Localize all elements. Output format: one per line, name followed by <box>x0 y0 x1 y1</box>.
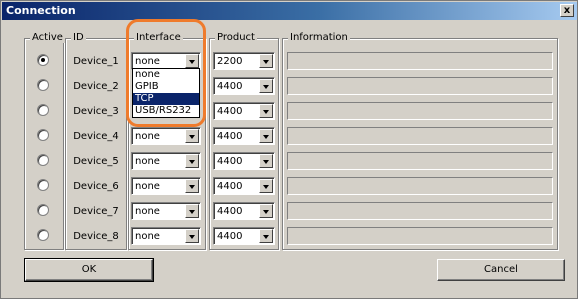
group-product-label: Product <box>215 32 257 43</box>
product-select-device-4[interactable]: 4400 <box>213 127 275 145</box>
information-field-device-8 <box>287 227 553 245</box>
chevron-down-icon[interactable] <box>185 204 199 218</box>
information-field-device-1 <box>287 52 553 70</box>
product-value: 4400 <box>217 156 243 167</box>
device-label: Device_6 <box>73 181 119 192</box>
interface-select-device-7[interactable]: none <box>131 202 201 220</box>
active-radio-device-3[interactable] <box>37 104 49 116</box>
information-field-device-4 <box>287 127 553 145</box>
interface-select-device-4[interactable]: none <box>131 127 201 145</box>
group-active-label: Active <box>30 32 65 43</box>
product-select-device-2[interactable]: 4400 <box>213 77 275 95</box>
active-radio-device-2[interactable] <box>37 79 49 91</box>
group-id-label: ID <box>71 32 86 43</box>
device-label: Device_3 <box>73 106 119 117</box>
chevron-down-icon[interactable] <box>259 229 273 243</box>
group-id: ID <box>65 32 127 250</box>
connection-dialog: Connection x Active ID Interface Product… <box>0 0 578 299</box>
information-field-device-7 <box>287 202 553 220</box>
product-value: 4400 <box>217 181 243 192</box>
chevron-down-icon[interactable] <box>259 129 273 143</box>
interface-value: none <box>135 181 160 192</box>
active-radio-device-7[interactable] <box>37 204 49 216</box>
chevron-down-icon[interactable] <box>259 179 273 193</box>
chevron-down-icon[interactable] <box>259 104 273 118</box>
information-field-device-5 <box>287 152 553 170</box>
interface-select-device-5[interactable]: none <box>131 152 201 170</box>
chevron-down-icon[interactable] <box>185 129 199 143</box>
device-label: Device_8 <box>73 231 119 242</box>
product-value: 4400 <box>217 106 243 117</box>
close-icon: x <box>563 5 571 16</box>
active-radio-device-5[interactable] <box>37 154 49 166</box>
radio-selected-dot <box>41 58 45 62</box>
active-radio-device-8[interactable] <box>37 229 49 241</box>
chevron-down-icon[interactable] <box>259 204 273 218</box>
product-select-device-8[interactable]: 4400 <box>213 227 275 245</box>
product-value: 2200 <box>217 56 243 67</box>
information-field-device-3 <box>287 102 553 120</box>
active-radio-device-6[interactable] <box>37 179 49 191</box>
chevron-down-icon[interactable] <box>185 179 199 193</box>
device-label: Device_5 <box>73 156 119 167</box>
information-field-device-6 <box>287 177 553 195</box>
product-select-device-7[interactable]: 4400 <box>213 202 275 220</box>
product-select-device-1[interactable]: 2200 <box>213 52 275 70</box>
device-label: Device_4 <box>73 131 119 142</box>
title-bar[interactable]: Connection x <box>2 2 577 20</box>
chevron-down-icon[interactable] <box>259 54 273 68</box>
annotation-highlight <box>126 19 206 127</box>
product-select-device-5[interactable]: 4400 <box>213 152 275 170</box>
product-value: 4400 <box>217 231 243 242</box>
product-value: 4400 <box>217 81 243 92</box>
product-select-device-3[interactable]: 4400 <box>213 102 275 120</box>
chevron-down-icon[interactable] <box>185 229 199 243</box>
information-field-device-2 <box>287 77 553 95</box>
product-select-device-6[interactable]: 4400 <box>213 177 275 195</box>
device-label: Device_1 <box>73 56 119 67</box>
interface-value: none <box>135 156 160 167</box>
interface-value: none <box>135 231 160 242</box>
group-information-label: Information <box>288 32 350 43</box>
device-label: Device_2 <box>73 81 119 92</box>
interface-value: none <box>135 206 160 217</box>
cancel-button[interactable]: Cancel <box>437 259 565 281</box>
close-button[interactable]: x <box>560 4 574 17</box>
product-value: 4400 <box>217 206 243 217</box>
interface-value: none <box>135 131 160 142</box>
active-radio-device-4[interactable] <box>37 129 49 141</box>
interface-select-device-6[interactable]: none <box>131 177 201 195</box>
active-radio-device-1[interactable] <box>37 54 49 66</box>
chevron-down-icon[interactable] <box>259 79 273 93</box>
interface-select-device-8[interactable]: none <box>131 227 201 245</box>
window-title: Connection <box>6 4 76 17</box>
chevron-down-icon[interactable] <box>185 154 199 168</box>
group-active: Active <box>24 32 65 250</box>
ok-button[interactable]: OK <box>24 258 154 282</box>
chevron-down-icon[interactable] <box>259 154 273 168</box>
product-value: 4400 <box>217 131 243 142</box>
device-label: Device_7 <box>73 206 119 217</box>
